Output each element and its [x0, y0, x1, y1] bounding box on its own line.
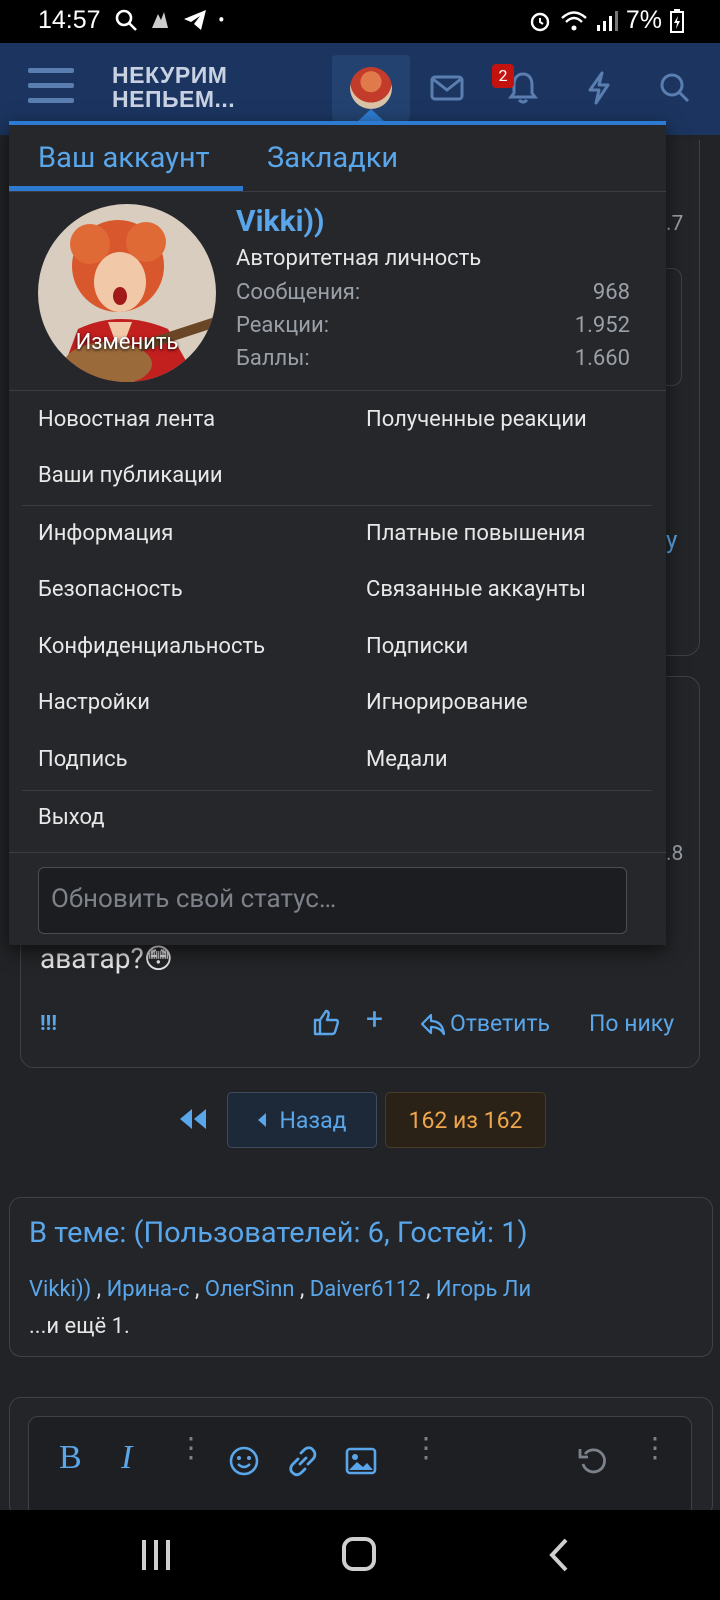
menu-tabs: Ваш аккаунт Закладки [9, 125, 666, 192]
site-logo[interactable]: НЕКУРИМ НЕПЬЕМ... [112, 63, 235, 111]
first-page-button[interactable] [178, 1106, 208, 1136]
search-icon [115, 9, 137, 31]
envelope-icon [430, 75, 464, 101]
home-button[interactable] [342, 1537, 376, 1571]
profile-summary: Изменить Vikki)) Авторитетная личность С… [9, 192, 666, 391]
recent-apps-button[interactable] [142, 1540, 170, 1570]
image-icon[interactable] [345, 1447, 377, 1475]
menu-link-medals[interactable]: Медали [366, 747, 448, 772]
more-insert-options-icon[interactable]: ⋮ [412, 1434, 440, 1462]
tab-bookmarks[interactable]: Закладки [267, 141, 398, 175]
report-link[interactable]: !!! [40, 1012, 57, 1036]
user-title: Авторитетная личность [236, 246, 482, 271]
stat-reactions: Реакции: 1.952 [236, 313, 630, 338]
link-icon[interactable] [286, 1445, 320, 1477]
menu-link-preferences[interactable]: Настройки [38, 690, 150, 715]
search-button[interactable] [636, 55, 714, 121]
profile-avatar[interactable]: Изменить [38, 204, 216, 382]
menu-pointer [358, 109, 384, 121]
post-text: аватар?😳 [40, 942, 173, 975]
menu-divider [22, 790, 652, 791]
menu-link-your-content[interactable]: Ваши публикации [38, 463, 223, 488]
alarm-icon [530, 12, 550, 31]
thread-viewers-block: В теме: (Пользователей: 6, Гостей: 1) Vi… [9, 1197, 713, 1357]
viewer-link[interactable]: Игорь Ли [436, 1277, 531, 1302]
stat-messages: Сообщения: 968 [236, 280, 630, 305]
whats-new-button[interactable] [560, 55, 638, 121]
double-chevron-left-icon [180, 1109, 206, 1129]
avatar-image [38, 204, 216, 382]
status-update-input[interactable]: Обновить свой статус… [38, 867, 627, 934]
inbox-button[interactable] [408, 55, 486, 121]
prev-page-button[interactable]: Назад [227, 1092, 377, 1148]
more-notifications-dot-icon: • [218, 8, 225, 32]
avatar [350, 67, 392, 109]
viewer-link[interactable]: Ирина-с [107, 1277, 190, 1302]
more-text-options-icon[interactable]: ⋮ [177, 1434, 205, 1462]
reply-button[interactable]: Ответить [420, 1010, 550, 1037]
battery-charging-icon [670, 8, 684, 33]
undo-icon[interactable] [577, 1445, 609, 1477]
bold-button[interactable]: B [59, 1439, 82, 1477]
menu-link-account-upgrades[interactable]: Платные повышения [366, 521, 586, 546]
status-time: 14:57 [38, 6, 101, 34]
logout-link[interactable]: Выход [38, 805, 105, 830]
menu-link-signature[interactable]: Подпись [38, 747, 128, 772]
profile-username[interactable]: Vikki)) [236, 204, 325, 239]
menu-link-account-details[interactable]: Информация [38, 521, 173, 546]
caret-left-icon [257, 1113, 266, 1127]
smiley-icon[interactable] [228, 1445, 260, 1477]
active-tab-indicator [9, 186, 243, 191]
lightning-icon [588, 71, 610, 105]
like-icon[interactable] [312, 1008, 340, 1036]
italic-button[interactable]: I [121, 1439, 132, 1477]
menu-link-following[interactable]: Подписки [366, 634, 468, 659]
viewer-link[interactable]: Daiver6112 [310, 1277, 421, 1302]
telegram-icon [184, 10, 206, 30]
change-avatar-label[interactable]: Изменить [38, 330, 216, 355]
background-fragment: .7 [666, 212, 684, 236]
app-notification-icon [152, 12, 168, 28]
thread-viewers-title: В теме: (Пользователей: 6, Гостей: 1) [29, 1216, 528, 1250]
wifi-icon [561, 10, 587, 30]
account-dropdown-menu: Ваш аккаунт Закладки Изменить Vikki)) Ав… [9, 121, 666, 945]
recent-apps-icon [142, 1540, 170, 1570]
menu-link-ignoring[interactable]: Игнорирование [366, 690, 528, 715]
menu-link-security[interactable]: Безопасность [38, 577, 183, 602]
signal-icon [596, 10, 618, 31]
by-nick-link[interactable]: По нику [589, 1010, 674, 1037]
multiquote-plus-icon[interactable]: + [366, 1002, 383, 1037]
more-viewers-text: ...и ещё 1. [29, 1314, 130, 1339]
tab-your-account[interactable]: Ваш аккаунт [38, 141, 210, 175]
viewers-list: Vikki)) , Ирина-с , OлerSinn , Daiver611… [29, 1277, 532, 1302]
background-fragment: у [666, 526, 678, 554]
menu-link-news-feed[interactable]: Новостная лента [38, 407, 215, 432]
reply-arrow-icon [420, 1013, 446, 1035]
menu-divider [9, 852, 666, 853]
menu-icon [28, 68, 74, 103]
search-icon [660, 73, 690, 103]
menu-link-connected-accounts[interactable]: Связанные аккаунты [366, 577, 586, 602]
stat-points: Баллы: 1.660 [236, 346, 630, 371]
system-navigation-bar [0, 1510, 720, 1600]
battery-level: 7% [625, 6, 662, 34]
background-fragment: .8 [666, 842, 684, 866]
back-icon[interactable] [548, 1537, 570, 1573]
viewer-link[interactable]: Vikki)) [29, 1277, 91, 1302]
menu-link-reactions-received[interactable]: Полученные реакции [366, 407, 587, 432]
menu-divider [22, 505, 652, 506]
alerts-count-badge: 2 [492, 64, 514, 88]
hamburger-menu-button[interactable] [28, 68, 74, 106]
menu-link-privacy[interactable]: Конфиденциальность [38, 634, 265, 659]
current-page-indicator[interactable]: 162 из 162 [385, 1092, 546, 1148]
status-bar: 14:57 • 7% [0, 0, 720, 43]
viewer-link[interactable]: OлerSinn [205, 1277, 295, 1302]
more-editor-options-icon[interactable]: ⋮ [641, 1434, 669, 1462]
